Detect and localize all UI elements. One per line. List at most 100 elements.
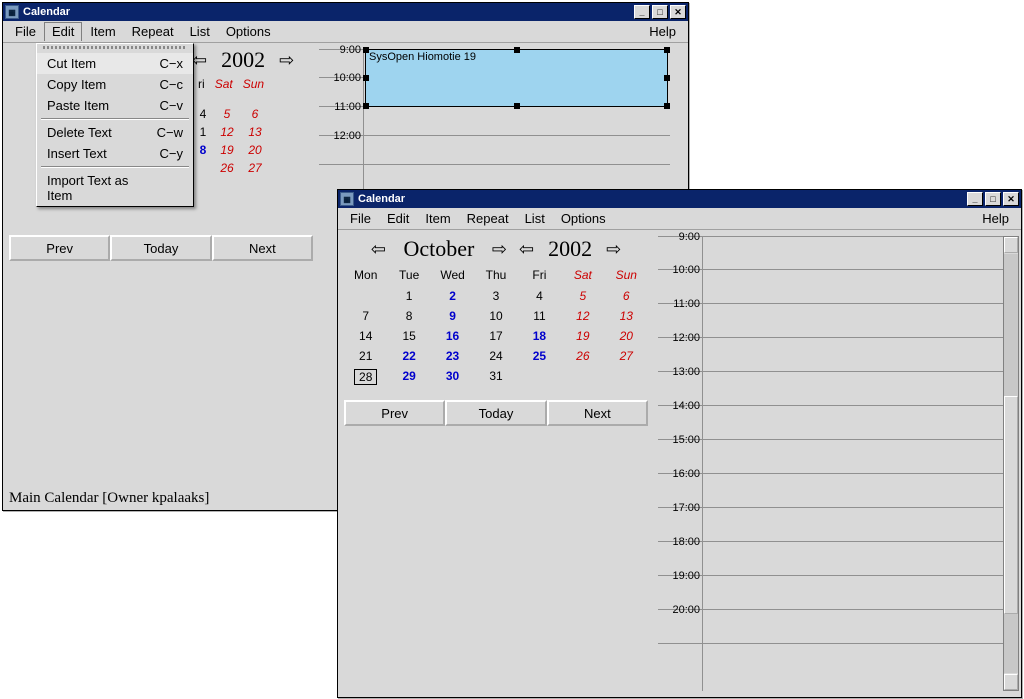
date-cell[interactable]: 14: [344, 328, 387, 344]
year-prev-icon[interactable]: ⇦: [515, 239, 538, 260]
date-cell[interactable]: 26: [561, 348, 604, 364]
date-cell[interactable]: 25: [518, 348, 561, 364]
date-cell[interactable]: 8: [387, 308, 430, 324]
next-button[interactable]: Next: [212, 235, 313, 261]
vertical-scrollbar[interactable]: [1003, 236, 1019, 691]
year-next-icon[interactable]: ⇨: [602, 239, 625, 260]
month-prev-icon[interactable]: ⇦: [367, 239, 390, 260]
maximize-button[interactable]: □: [985, 192, 1001, 206]
date-cell[interactable]: 24: [474, 348, 517, 364]
date-cell[interactable]: 19: [561, 328, 604, 344]
date-cell[interactable]: 3: [474, 288, 517, 304]
menu-copy-item[interactable]: Copy ItemC−c: [37, 74, 193, 95]
date-cell[interactable]: 23: [431, 348, 474, 364]
window-title: Calendar: [23, 6, 632, 18]
month-year-header: ⇦ October ⇨ ⇦ 2002 ⇨: [344, 236, 648, 262]
maximize-button[interactable]: □: [652, 5, 668, 19]
date-cell[interactable]: 11: [518, 308, 561, 324]
minimize-button[interactable]: _: [967, 192, 983, 206]
today-button[interactable]: Today: [445, 400, 546, 426]
nav-button-row: Prev Today Next: [344, 400, 648, 426]
event-title: SysOpen Hiomotie 19: [369, 51, 476, 63]
time-label: 10:00: [319, 72, 361, 84]
calendar-event[interactable]: SysOpen Hiomotie 19: [365, 49, 668, 107]
menu-help[interactable]: Help: [641, 22, 684, 41]
menu-file[interactable]: File: [342, 209, 379, 228]
next-button[interactable]: Next: [547, 400, 648, 426]
scroll-up-icon[interactable]: [1004, 237, 1018, 253]
menu-repeat[interactable]: Repeat: [124, 22, 182, 41]
date-cell[interactable]: 2: [431, 288, 474, 304]
date-cell[interactable]: 7: [344, 308, 387, 324]
scroll-down-icon[interactable]: [1004, 674, 1018, 690]
prev-button[interactable]: Prev: [344, 400, 445, 426]
menu-list[interactable]: List: [517, 209, 553, 228]
time-label: 19:00: [658, 570, 700, 582]
date-cell[interactable]: [518, 368, 561, 386]
time-label: 12:00: [319, 130, 361, 142]
date-cell[interactable]: 17: [474, 328, 517, 344]
titlebar[interactable]: ▦ Calendar _ □ ✕: [3, 3, 688, 21]
date-cell[interactable]: 13: [605, 308, 648, 324]
window-title: Calendar: [358, 193, 965, 205]
prev-button[interactable]: Prev: [9, 235, 110, 261]
date-grid[interactable]: 1234567891011121314151617181920212223242…: [344, 288, 648, 386]
edit-dropdown[interactable]: Cut ItemC−x Copy ItemC−c Paste ItemC−v D…: [36, 43, 194, 207]
menu-cut-item[interactable]: Cut ItemC−x: [37, 53, 193, 74]
titlebar[interactable]: ▦ Calendar _ □ ✕: [338, 190, 1021, 208]
close-button[interactable]: ✕: [670, 5, 686, 19]
date-cell[interactable]: 15: [387, 328, 430, 344]
time-label: 15:00: [658, 434, 700, 446]
date-cell[interactable]: 21: [344, 348, 387, 364]
menu-insert-text[interactable]: Insert TextC−y: [37, 143, 193, 164]
date-cell[interactable]: [561, 368, 604, 386]
menu-paste-item[interactable]: Paste ItemC−v: [37, 95, 193, 116]
minimize-button[interactable]: _: [634, 5, 650, 19]
menu-drag-handle[interactable]: [43, 46, 187, 49]
weekend-dates-fragment: 456 11213 81920 2627: [193, 107, 269, 175]
date-cell[interactable]: 29: [387, 368, 430, 386]
time-label: 9:00: [658, 231, 700, 243]
date-cell[interactable]: 4: [518, 288, 561, 304]
date-cell[interactable]: 20: [605, 328, 648, 344]
date-cell[interactable]: 16: [431, 328, 474, 344]
date-cell[interactable]: 22: [387, 348, 430, 364]
date-cell[interactable]: [344, 288, 387, 304]
month-next-icon[interactable]: ⇨: [488, 239, 511, 260]
date-cell[interactable]: 6: [605, 288, 648, 304]
menu-import-text[interactable]: Import Text as Item: [37, 170, 193, 206]
date-cell[interactable]: [605, 368, 648, 386]
calendar-pane: ⇦ October ⇨ ⇦ 2002 ⇨ Mon Tue Wed Thu Fri…: [344, 236, 648, 426]
date-cell[interactable]: 12: [561, 308, 604, 324]
menu-options[interactable]: Options: [218, 22, 279, 41]
menu-help[interactable]: Help: [974, 209, 1017, 228]
menu-edit[interactable]: Edit: [44, 22, 82, 41]
date-cell[interactable]: 9: [431, 308, 474, 324]
date-cell[interactable]: 10: [474, 308, 517, 324]
time-label: 9:00: [319, 44, 361, 56]
time-label: 16:00: [658, 468, 700, 480]
nav-button-row: Prev Today Next: [9, 235, 313, 261]
close-button[interactable]: ✕: [1003, 192, 1019, 206]
menu-options[interactable]: Options: [553, 209, 614, 228]
menu-edit[interactable]: Edit: [379, 209, 417, 228]
date-cell[interactable]: 31: [474, 368, 517, 386]
today-button[interactable]: Today: [110, 235, 211, 261]
date-cell[interactable]: 28: [344, 368, 387, 386]
date-cell[interactable]: 18: [518, 328, 561, 344]
menu-delete-text[interactable]: Delete TextC−w: [37, 122, 193, 143]
app-icon: ▦: [5, 5, 19, 19]
month-label: October: [394, 236, 484, 262]
timeline[interactable]: 9:0010:0011:0012:0013:0014:0015:0016:001…: [658, 236, 1003, 691]
menu-item[interactable]: Item: [417, 209, 458, 228]
date-cell[interactable]: 5: [561, 288, 604, 304]
app-icon: ▦: [340, 192, 354, 206]
menu-item[interactable]: Item: [82, 22, 123, 41]
menu-repeat[interactable]: Repeat: [459, 209, 517, 228]
year-next-icon[interactable]: ⇨: [275, 50, 298, 71]
date-cell[interactable]: 1: [387, 288, 430, 304]
date-cell[interactable]: 30: [431, 368, 474, 386]
menu-file[interactable]: File: [7, 22, 44, 41]
menu-list[interactable]: List: [182, 22, 218, 41]
date-cell[interactable]: 27: [605, 348, 648, 364]
